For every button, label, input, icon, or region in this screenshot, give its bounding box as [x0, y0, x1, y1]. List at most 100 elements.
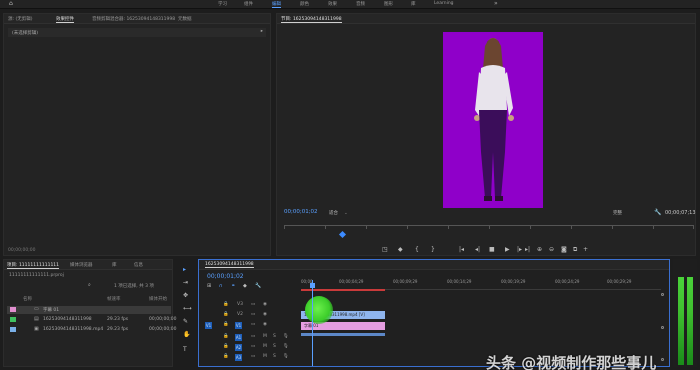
- track-target-a1[interactable]: A1: [235, 334, 242, 341]
- column-media-start[interactable]: 媒体开始: [149, 296, 167, 302]
- title-icon: ▭: [34, 306, 39, 312]
- solo-icon[interactable]: S: [273, 354, 276, 359]
- tab-project[interactable]: 项目: 11111111111111: [7, 262, 60, 269]
- more-workspaces-icon[interactable]: »: [494, 0, 498, 7]
- timeline-playhead[interactable]: [312, 280, 313, 366]
- expand-arrow-icon[interactable]: ▸: [261, 29, 263, 34]
- snap-icon[interactable]: ∩: [219, 283, 223, 289]
- tab-sequence[interactable]: 16253094148311998: [205, 262, 254, 268]
- search-icon[interactable]: ⌕: [88, 282, 91, 288]
- work-area-bar[interactable]: [301, 289, 385, 291]
- step-forward-icon[interactable]: ▸|: [525, 246, 530, 254]
- lock-icon[interactable]: 🔒: [223, 302, 229, 307]
- workspace-libraries[interactable]: 库: [411, 1, 416, 7]
- sync-icon[interactable]: ▭: [251, 312, 255, 317]
- track-select-tool-icon[interactable]: ⇥: [183, 279, 188, 286]
- settings-wrench-icon[interactable]: 🔧: [255, 283, 261, 289]
- column-name[interactable]: 名称: [23, 296, 32, 302]
- tab-program[interactable]: 节目: 16253094148311998: [281, 16, 342, 23]
- program-playhead[interactable]: [338, 230, 347, 239]
- go-to-out-icon[interactable]: |▸: [517, 246, 522, 254]
- type-tool-icon[interactable]: T: [183, 346, 187, 353]
- play-icon[interactable]: ▶: [505, 246, 510, 254]
- timeline-timecode[interactable]: 00;00;01;02: [207, 273, 244, 280]
- lock-icon[interactable]: 🔒: [223, 334, 229, 339]
- tab-libraries[interactable]: 库: [112, 262, 117, 268]
- selection-tool-icon[interactable]: ▸: [183, 266, 186, 273]
- export-frame-icon[interactable]: ◙: [561, 246, 567, 254]
- microphone-icon[interactable]: 🎙: [283, 344, 289, 349]
- microphone-icon[interactable]: 🎙: [283, 334, 289, 339]
- go-to-in-icon[interactable]: |◂: [459, 246, 464, 254]
- step-back-icon[interactable]: ◂|: [475, 246, 480, 254]
- nest-icon[interactable]: ⊞: [207, 283, 211, 289]
- workspace-learn[interactable]: 学习: [218, 1, 227, 7]
- sync-icon[interactable]: ▭: [251, 322, 255, 327]
- tab-metadata[interactable]: 元数据: [178, 16, 192, 22]
- solo-icon[interactable]: S: [273, 344, 276, 349]
- lock-icon[interactable]: 🔒: [223, 322, 229, 327]
- wrench-icon[interactable]: 🔧: [654, 209, 661, 216]
- workspace-editing[interactable]: 编辑: [272, 1, 281, 8]
- lock-icon[interactable]: 🔒: [223, 354, 229, 359]
- fit-dropdown[interactable]: 适合 ⌄: [329, 210, 348, 216]
- eye-icon[interactable]: ◉: [263, 322, 267, 327]
- eye-icon[interactable]: ◉: [263, 302, 267, 307]
- scroll-handle[interactable]: [661, 326, 664, 329]
- program-current-timecode[interactable]: 00;00;01;02: [284, 209, 318, 215]
- sync-icon[interactable]: ▭: [251, 354, 255, 359]
- tab-media-browser[interactable]: 媒体浏览器: [70, 262, 93, 268]
- add-marker-icon[interactable]: ◆: [243, 283, 247, 289]
- audio-clip[interactable]: [301, 333, 385, 336]
- lift-icon[interactable]: ⊕: [537, 246, 542, 254]
- mute-icon[interactable]: M: [263, 344, 267, 349]
- mute-icon[interactable]: M: [263, 354, 267, 359]
- sync-icon[interactable]: ▭: [251, 302, 255, 307]
- workspace-learning[interactable]: Learning: [434, 1, 454, 6]
- project-item[interactable]: ▣ 16253094148311998.mp4 29.23 fps 00;00;…: [7, 326, 176, 334]
- add-marker-icon[interactable]: ◆: [398, 246, 403, 254]
- workspace-graphics[interactable]: 图形: [384, 1, 393, 7]
- timeline-playhead-handle[interactable]: [310, 283, 315, 288]
- tab-info[interactable]: 信息: [134, 262, 143, 268]
- safe-margins-icon[interactable]: ◳: [382, 246, 388, 254]
- home-icon[interactable]: ⌂: [9, 1, 16, 7]
- button-editor-icon[interactable]: +: [583, 246, 588, 254]
- tab-source[interactable]: 源: (无剪辑): [8, 16, 32, 22]
- track-target-a2[interactable]: A2: [235, 344, 242, 351]
- project-item[interactable]: ▤ 16253094148311998 29.23 fps 00;00;00;0…: [7, 316, 176, 324]
- workspace-assembly[interactable]: 组件: [244, 1, 253, 7]
- mark-out-icon[interactable]: }: [431, 246, 435, 254]
- scroll-handle[interactable]: [661, 358, 664, 361]
- eye-icon[interactable]: ◉: [263, 312, 267, 317]
- lock-icon[interactable]: 🔒: [223, 344, 229, 349]
- source-patch-v1[interactable]: V1: [205, 322, 212, 329]
- extract-icon[interactable]: ⊖: [549, 246, 554, 254]
- workspace-color[interactable]: 颜色: [300, 1, 309, 7]
- pen-tool-icon[interactable]: ✎: [183, 318, 188, 325]
- mute-icon[interactable]: M: [263, 334, 267, 339]
- tab-audio-clip-mixer[interactable]: 音频剪辑混合器: 16253094148311998: [92, 16, 175, 22]
- project-item[interactable]: ▭ 字幕 01: [7, 306, 171, 314]
- solo-icon[interactable]: S: [273, 334, 276, 339]
- comparison-view-icon[interactable]: ⧉: [573, 246, 577, 254]
- microphone-icon[interactable]: 🎙: [283, 354, 289, 359]
- lock-icon[interactable]: 🔒: [223, 312, 229, 317]
- resolution-dropdown[interactable]: 完整: [613, 210, 622, 216]
- workspace-effects[interactable]: 效果: [328, 1, 337, 7]
- track-target-a3[interactable]: A3: [235, 354, 242, 361]
- hand-tool-icon[interactable]: ✋: [183, 331, 190, 338]
- slip-tool-icon[interactable]: ⟷: [183, 305, 192, 312]
- linked-selection-icon[interactable]: ⚭: [231, 283, 235, 289]
- program-time-ruler[interactable]: [284, 225, 694, 230]
- track-target-v1[interactable]: V1: [235, 322, 242, 329]
- stop-icon[interactable]: ■: [489, 246, 495, 254]
- sync-icon[interactable]: ▭: [251, 334, 255, 339]
- sync-icon[interactable]: ▭: [251, 344, 255, 349]
- scroll-handle[interactable]: [661, 293, 664, 296]
- tab-effect-controls[interactable]: 效果控件: [56, 16, 74, 23]
- column-fps[interactable]: 帧速率: [107, 296, 121, 302]
- mark-in-icon[interactable]: {: [415, 246, 419, 254]
- workspace-audio[interactable]: 音频: [356, 1, 365, 7]
- ripple-edit-tool-icon[interactable]: ✥: [183, 292, 188, 299]
